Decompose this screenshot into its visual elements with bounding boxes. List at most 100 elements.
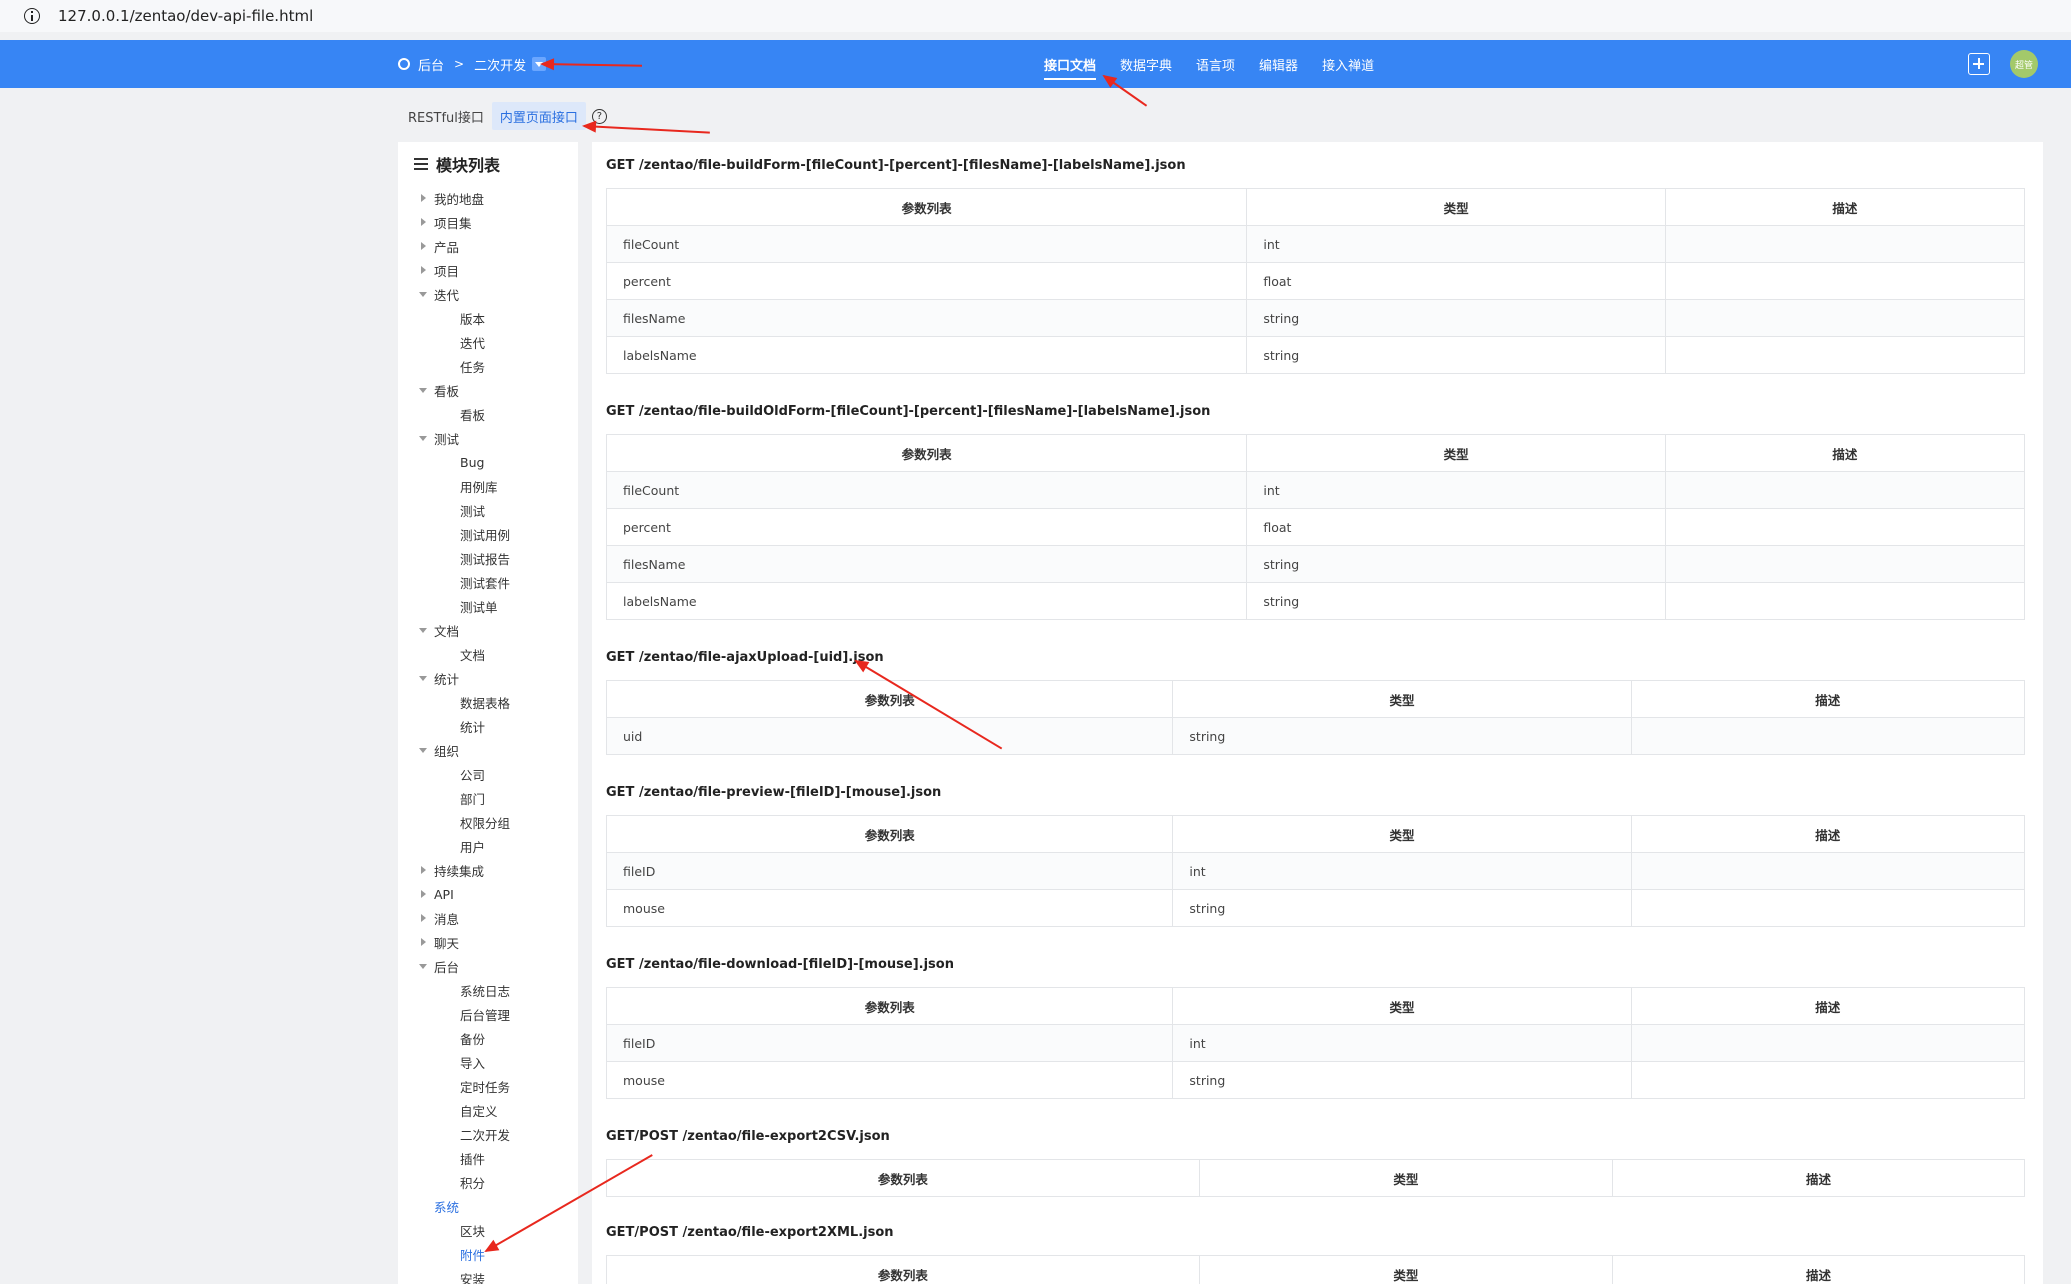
caret-right-icon[interactable] (418, 864, 430, 876)
sidebar-item-label: 区块 (460, 1223, 486, 1239)
param-list-header: 参数列表 (605, 987, 1174, 1025)
plus-icon[interactable] (1968, 53, 1990, 75)
breadcrumb-secondary-dev[interactable]: 二次开发 (474, 55, 526, 74)
sidebar-item[interactable]: 测试用例 (398, 522, 578, 546)
caret-right-icon[interactable] (418, 264, 430, 276)
sidebar-item[interactable]: 产品 (398, 234, 578, 258)
sidebar-item[interactable]: 用例库 (398, 474, 578, 498)
sidebar-item[interactable]: 迭代 (398, 330, 578, 354)
sidebar-item[interactable]: 定时任务 (398, 1074, 578, 1098)
sidebar-item[interactable]: 测试报告 (398, 546, 578, 570)
api-endpoint-title: GET /zentao/file-buildForm-[fileCount]-[… (606, 157, 1186, 173)
caret-down-icon[interactable] (418, 672, 430, 684)
param-type-cell: string (1246, 299, 1666, 337)
sidebar-item[interactable]: 权限分组 (398, 810, 578, 834)
tab-builtin-page-api[interactable]: 内置页面接口 (491, 102, 586, 130)
sidebar-item[interactable]: 看板 (398, 402, 578, 426)
sidebar-item[interactable]: 项目集 (398, 210, 578, 234)
caret-down-icon[interactable] (418, 624, 430, 636)
param-desc-cell (1630, 1024, 2026, 1062)
caret-right-icon[interactable] (418, 912, 430, 924)
table-row: labelsName string (605, 336, 2026, 374)
sidebar-item-label: 任务 (460, 359, 486, 375)
sidebar-item-label: 后台管理 (460, 1007, 511, 1023)
sidebar-item[interactable]: 部门 (398, 786, 578, 810)
type-header: 类型 (1172, 680, 1632, 718)
sidebar-item[interactable]: 数据表格 (398, 690, 578, 714)
sidebar-item[interactable]: 测试 (398, 426, 578, 450)
browser-address-bar[interactable]: 127.0.0.1/zentao/dev-api-file.html (0, 0, 2071, 32)
menu-data-dictionary[interactable]: 数据字典 (1120, 40, 1172, 88)
sidebar-item-label: 迭代 (434, 287, 460, 303)
sidebar-item[interactable]: 测试单 (398, 594, 578, 618)
sidebar-item[interactable]: API (398, 882, 578, 906)
breadcrumb-admin[interactable]: 后台 (418, 55, 444, 74)
caret-right-icon[interactable] (418, 192, 430, 204)
api-block: GET /zentao/file-preview-[fileID]-[mouse… (605, 769, 2031, 927)
sidebar-item[interactable]: 安装 (398, 1266, 578, 1284)
param-desc-cell (1664, 336, 2026, 374)
sidebar-item[interactable]: 迭代 (398, 282, 578, 306)
url-text[interactable]: 127.0.0.1/zentao/dev-api-file.html (58, 7, 313, 25)
sidebar-item[interactable]: 公司 (398, 762, 578, 786)
caret-down-icon[interactable] (418, 960, 430, 972)
sidebar-item[interactable]: Bug (398, 450, 578, 474)
param-table: 参数列表 类型 描述 (606, 1255, 2025, 1284)
description-header: 描述 (1630, 987, 2026, 1025)
caret-right-icon[interactable] (418, 936, 430, 948)
sidebar-item[interactable]: 自定义 (398, 1098, 578, 1122)
menu-editor[interactable]: 编辑器 (1259, 40, 1298, 88)
sidebar-item[interactable]: 测试 (398, 498, 578, 522)
sidebar-item[interactable]: 文档 (398, 642, 578, 666)
menu-integrate-zentao[interactable]: 接入禅道 (1322, 40, 1374, 88)
sidebar-item-label: 自定义 (460, 1103, 498, 1119)
param-type-cell: int (1172, 852, 1632, 890)
sidebar-item-label: 测试套件 (460, 575, 511, 591)
caret-down-icon[interactable] (418, 432, 430, 444)
sidebar-item[interactable]: 测试套件 (398, 570, 578, 594)
caret-down-icon[interactable] (418, 288, 430, 300)
menu-api-docs[interactable]: 接口文档 (1044, 40, 1097, 88)
avatar[interactable]: 超管 (2010, 50, 2038, 78)
caret-right-icon[interactable] (418, 216, 430, 228)
site-info-icon[interactable] (24, 8, 40, 24)
description-header: 描述 (1630, 680, 2026, 718)
caret-right-icon[interactable] (418, 888, 430, 900)
caret-down-icon[interactable] (418, 744, 430, 756)
sidebar-item[interactable]: 后台 (398, 954, 578, 978)
sidebar-item[interactable]: 文档 (398, 618, 578, 642)
param-name-cell: mouse (605, 1061, 1174, 1099)
sidebar-item[interactable]: 统计 (398, 666, 578, 690)
sidebar-item[interactable]: 系统日志 (398, 978, 578, 1002)
sidebar-item[interactable]: 项目 (398, 258, 578, 282)
sidebar-item[interactable]: 插件 (398, 1146, 578, 1170)
sidebar-item[interactable]: 我的地盘 (398, 186, 578, 210)
sidebar-item[interactable]: 聊天 (398, 930, 578, 954)
param-type-cell: string (1246, 545, 1666, 583)
menu-language-items[interactable]: 语言项 (1196, 40, 1235, 88)
sidebar-item[interactable]: 版本 (398, 306, 578, 330)
sidebar-item[interactable]: 区块 (398, 1218, 578, 1242)
param-name-cell: mouse (605, 889, 1174, 927)
sidebar-item[interactable]: 持续集成 (398, 858, 578, 882)
sidebar-item[interactable]: 组织 (398, 738, 578, 762)
sidebar-item[interactable]: 备份 (398, 1026, 578, 1050)
tab-restful-api[interactable]: RESTful接口 (400, 102, 492, 130)
sidebar-item[interactable]: 导入 (398, 1050, 578, 1074)
caret-down-icon[interactable] (418, 384, 430, 396)
sidebar-item[interactable]: 积分 (398, 1170, 578, 1194)
description-header: 描述 (1612, 1255, 2025, 1284)
sidebar-item[interactable]: 看板 (398, 378, 578, 402)
sidebar-item[interactable]: 后台管理 (398, 1002, 578, 1026)
sidebar-item[interactable]: 统计 (398, 714, 578, 738)
caret-right-icon[interactable] (418, 240, 430, 252)
sidebar-item[interactable]: 用户 (398, 834, 578, 858)
param-type-cell: float (1246, 262, 1666, 300)
sidebar-item[interactable]: 二次开发 (398, 1122, 578, 1146)
sidebar-item[interactable]: 任务 (398, 354, 578, 378)
table-row: percent float (605, 262, 2026, 300)
sidebar-item[interactable]: 消息 (398, 906, 578, 930)
param-table: 参数列表 类型 描述 fileID int mouse string (605, 815, 2026, 927)
param-table: 参数列表 类型 描述 fileCount int percent float filesNam… (605, 434, 2026, 620)
